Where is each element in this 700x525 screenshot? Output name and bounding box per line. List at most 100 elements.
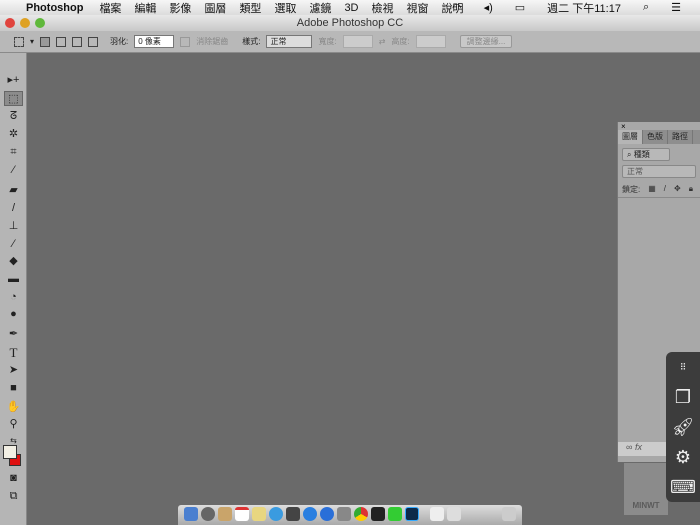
add-selection-icon[interactable] — [56, 36, 67, 47]
folder-icon[interactable] — [447, 507, 461, 521]
lock-pixels-icon[interactable]: / — [664, 184, 666, 195]
width-label: 寬度: — [318, 37, 337, 46]
move-tool-icon[interactable]: ▸+ — [4, 73, 23, 88]
swap-icon[interactable]: ⇄ — [379, 37, 386, 46]
spotlight-icon[interactable]: ⌕ — [643, 1, 649, 14]
menu-view[interactable]: 檢視 — [372, 0, 394, 16]
menu-type[interactable]: 類型 — [239, 0, 261, 16]
stamp-tool-icon[interactable]: ⊥ — [4, 219, 23, 234]
blur-tool-icon[interactable]: ◔ — [4, 290, 23, 305]
filter-kind-value: 種類 — [633, 150, 650, 159]
close-button[interactable] — [5, 18, 15, 28]
history-brush-tool-icon[interactable]: ∕ — [4, 237, 23, 252]
link-layers-icon[interactable]: ∞ — [626, 442, 632, 452]
menu-image[interactable]: 影像 — [169, 0, 191, 16]
eraser-tool-icon[interactable]: ◆ — [4, 254, 23, 269]
screen-mode-icon[interactable]: ⧉ — [4, 489, 23, 504]
finder-icon[interactable] — [184, 507, 198, 521]
trash-icon[interactable] — [502, 507, 516, 521]
hand-tool-icon[interactable]: ✋ — [4, 400, 23, 415]
shape-tool-icon[interactable]: ■ — [4, 381, 23, 396]
battery-icon[interactable]: ▭ — [515, 1, 525, 14]
menu-layer[interactable]: 圖層 — [204, 0, 226, 16]
gradient-tool-icon[interactable]: ▬ — [4, 272, 23, 287]
menu-file[interactable]: 檔案 — [99, 0, 121, 16]
marquee-preset-icon[interactable] — [14, 36, 24, 47]
windows-icon[interactable]: ❐ — [666, 382, 700, 412]
grid-icon[interactable]: ⠿ — [666, 352, 700, 382]
messages-icon[interactable] — [269, 507, 283, 521]
feather-label: 羽化: — [110, 37, 129, 46]
menu-select[interactable]: 選取 — [274, 0, 296, 16]
tab-layers[interactable]: 圖層 — [618, 130, 643, 144]
title-bar: Adobe Photoshop CC — [0, 15, 700, 31]
dodge-tool-icon[interactable]: ● — [4, 307, 23, 322]
tab-paths[interactable]: 路徑 — [668, 130, 693, 144]
wifi-icon[interactable]: ◠ — [452, 1, 462, 14]
launchpad-icon[interactable] — [201, 507, 215, 521]
pen-tool-icon[interactable]: ✒ — [4, 327, 23, 342]
subtract-selection-icon[interactable] — [72, 36, 83, 47]
notification-icon[interactable]: ☰ — [671, 1, 681, 14]
clock[interactable]: 週二 下午11:17 — [547, 0, 621, 16]
notes-icon[interactable] — [252, 507, 266, 521]
lock-position-icon[interactable]: ✥ — [674, 184, 681, 195]
gear-icon[interactable]: ⚙ — [666, 442, 700, 472]
calendar-icon[interactable] — [235, 507, 249, 521]
line-icon[interactable] — [388, 507, 402, 521]
new-selection-icon[interactable] — [40, 36, 51, 47]
brush-tool-icon[interactable]: / — [4, 201, 23, 216]
height-input[interactable] — [415, 35, 446, 48]
chrome-icon[interactable] — [354, 507, 368, 521]
quick-mask-icon[interactable]: ◙ — [4, 471, 23, 486]
foreground-color-swatch[interactable] — [3, 445, 17, 459]
healing-tool-icon[interactable]: ▰ — [4, 183, 23, 198]
document-icon[interactable] — [430, 507, 444, 521]
path-select-tool-icon[interactable]: ➤ — [4, 363, 23, 378]
options-bar: ▾ 羽化: 0 像素 消除鋸齒 樣式: 正常 寬度: ⇄ 高度: 調整邊緣... — [0, 31, 700, 53]
panel-close-icon[interactable]: × — [621, 122, 626, 131]
volume-icon[interactable]: ◂) — [484, 1, 493, 14]
watermark-qr: MINWT — [624, 463, 668, 515]
menu-bar: Photoshop 檔案 編輯 影像 圖層 類型 選取 濾鏡 3D 檢視 視窗 … — [0, 0, 700, 15]
menu-window[interactable]: 視窗 — [407, 0, 429, 16]
lock-label: 鎖定: — [622, 185, 641, 194]
marquee-tool-icon[interactable]: ⬚ — [4, 91, 23, 106]
system-preferences-icon[interactable] — [337, 507, 351, 521]
magic-wand-tool-icon[interactable]: ✲ — [4, 127, 23, 142]
zoom-button[interactable] — [35, 18, 45, 28]
terminal-icon[interactable] — [371, 507, 385, 521]
fx-icon[interactable]: fx — [635, 442, 642, 452]
style-select[interactable]: 正常 — [266, 35, 313, 48]
refine-edge-button[interactable]: 調整邊緣... — [459, 35, 513, 48]
lasso-tool-icon[interactable]: ᘔ — [4, 109, 23, 124]
type-tool-icon[interactable]: T — [4, 345, 23, 360]
antialias-checkbox[interactable] — [180, 36, 191, 47]
crop-tool-icon[interactable]: ⌗ — [4, 145, 23, 160]
menu-filter[interactable]: 濾鏡 — [309, 0, 331, 16]
lock-transparent-icon[interactable]: ▦ — [648, 184, 656, 195]
keyboard-icon[interactable]: ⌨ — [666, 472, 700, 502]
photoshop-icon[interactable] — [405, 507, 419, 521]
menu-3d[interactable]: 3D — [344, 2, 358, 14]
zoom-tool-icon[interactable]: ⚲ — [4, 417, 23, 432]
menu-edit[interactable]: 編輯 — [134, 0, 156, 16]
facetime-icon[interactable] — [286, 507, 300, 521]
eyedropper-tool-icon[interactable]: ⁄ — [4, 163, 23, 178]
contacts-icon[interactable] — [218, 507, 232, 521]
rocket-icon[interactable]: 🚀︎ — [666, 412, 700, 442]
itunes-icon[interactable] — [303, 507, 317, 521]
blend-mode-select[interactable]: 正常 — [622, 165, 696, 178]
width-input[interactable] — [342, 35, 373, 48]
filter-kind-select[interactable]: ⌕ 種類 — [622, 148, 670, 161]
intersect-selection-icon[interactable] — [88, 36, 99, 47]
antialias-label: 消除鋸齒 — [196, 37, 229, 46]
style-label: 樣式: — [242, 37, 261, 46]
app-store-icon[interactable] — [320, 507, 334, 521]
lock-all-icon[interactable]: 🔒︎ — [689, 184, 693, 195]
feather-input[interactable]: 0 像素 — [134, 35, 175, 48]
tab-channels[interactable]: 色版 — [643, 130, 668, 144]
menu-app[interactable]: Photoshop — [26, 2, 83, 14]
minimize-button[interactable] — [20, 18, 30, 28]
tools-panel: ▸+ ⬚ ᘔ ✲ ⌗ ⁄ ▰ / ⊥ ∕ ◆ ▬ ◔ ● ✒ T ➤ ■ ✋ ⚲… — [0, 53, 27, 525]
